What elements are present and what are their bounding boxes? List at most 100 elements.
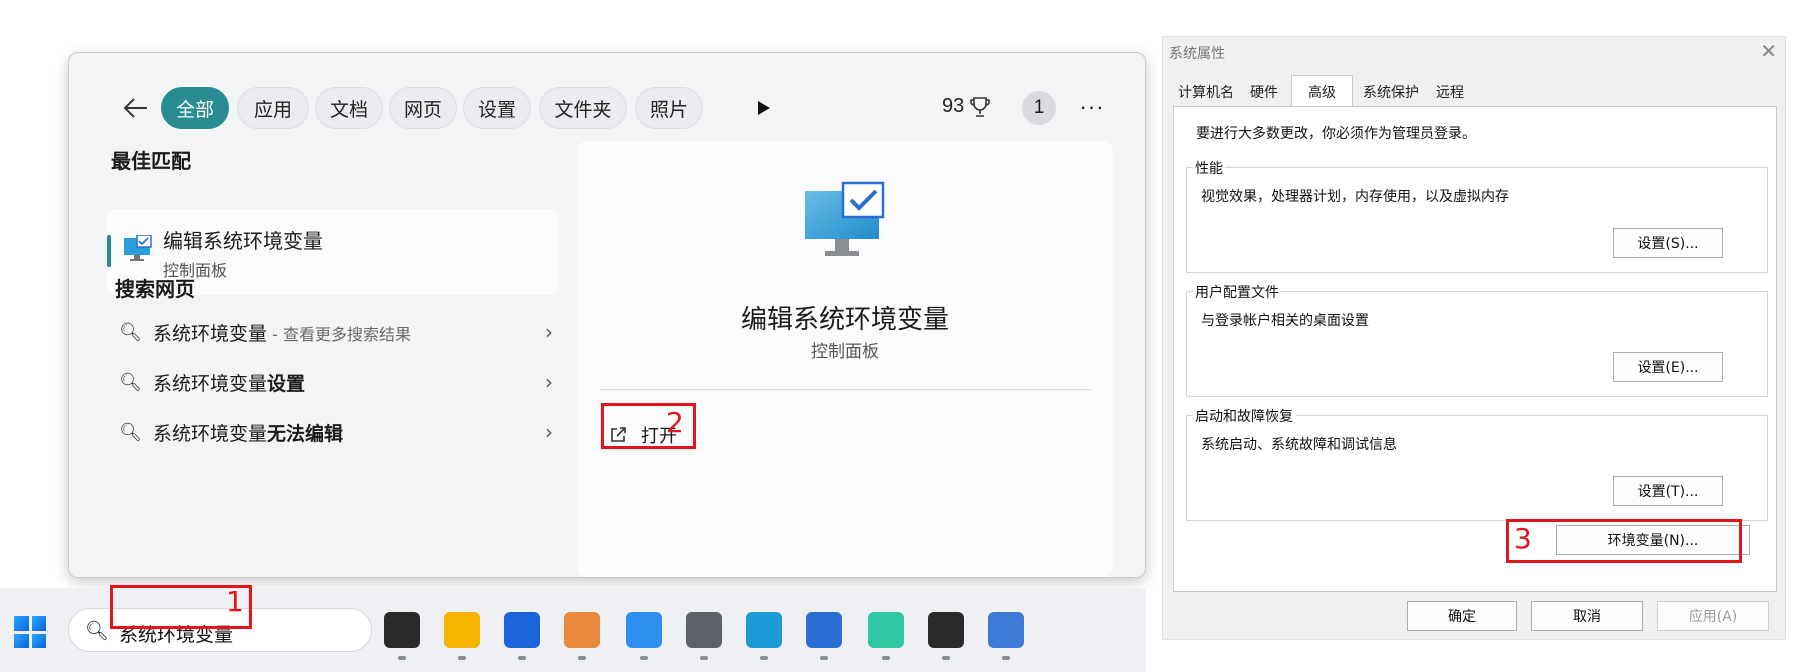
annotation-number-2: 2 <box>666 406 684 439</box>
trophy-icon <box>970 96 991 117</box>
web-result-bold: 设置 <box>267 372 306 395</box>
web-result-2[interactable]: 🔍︎ 系统环境变量设置 › <box>119 359 559 405</box>
annotation-number-1: 1 <box>226 585 244 618</box>
performance-group: 性能 视觉效果，处理器计划，内存使用，以及虚拟内存 设置(S)... <box>1186 158 1768 273</box>
monitor-check-icon <box>124 235 152 261</box>
group-description: 视觉效果，处理器计划，内存使用，以及虚拟内存 <box>1201 189 1509 205</box>
startup-recovery-group: 启动和故障恢复 系统启动、系统故障和调试信息 设置(T)... <box>1186 406 1768 521</box>
startup-recovery-settings-button[interactable]: 设置(T)... <box>1613 476 1723 506</box>
more-options-button[interactable]: ··· <box>1074 89 1110 125</box>
group-label: 用户配置文件 <box>1193 282 1281 302</box>
running-indicator <box>458 656 466 660</box>
web-result-1[interactable]: 🔍︎ 系统环境变量 - 查看更多搜索结果 › <box>119 309 559 355</box>
filter-folders[interactable]: 文件夹 <box>539 87 627 129</box>
group-label: 启动和故障恢复 <box>1193 406 1295 426</box>
web-result-term: 系统环境变量 <box>153 422 268 445</box>
monitor-check-icon <box>805 181 885 256</box>
search-icon: 🔍︎ <box>119 321 142 343</box>
admin-notice: 要进行大多数更改，你必须作为管理员登录。 <box>1196 126 1476 142</box>
windows-logo-pane <box>31 616 46 631</box>
chevron-right-icon: › <box>545 420 553 444</box>
chevron-right-icon: › <box>545 370 553 394</box>
annotation-box-3 <box>1506 519 1742 563</box>
running-indicator <box>640 656 648 660</box>
task-view-icon[interactable] <box>384 612 420 648</box>
tab-remote[interactable]: 远程 <box>1425 79 1475 105</box>
running-indicator <box>398 656 406 660</box>
camera-icon[interactable] <box>686 612 722 648</box>
apply-button[interactable]: 应用(A) <box>1657 601 1769 631</box>
web-result-3[interactable]: 🔍︎ 系统环境变量无法编辑 › <box>119 409 559 455</box>
search-icon: 🔍︎ <box>85 621 110 642</box>
bit-app-icon[interactable] <box>868 612 904 648</box>
web-result-term: 系统环境变量 <box>153 322 268 345</box>
running-indicator <box>760 656 768 660</box>
filter-apps[interactable]: 应用 <box>237 87 309 129</box>
selection-indicator <box>107 235 111 267</box>
tab-advanced[interactable]: 高级 <box>1291 75 1353 107</box>
windows-logo-pane <box>14 633 29 648</box>
running-indicator <box>700 656 708 660</box>
web-result-bold: 无法编辑 <box>267 422 344 445</box>
chevron-right-icon: › <box>545 320 553 344</box>
running-indicator <box>820 656 828 660</box>
group-label: 性能 <box>1193 158 1225 178</box>
edge-icon[interactable] <box>746 612 782 648</box>
group-description: 与登录帐户相关的桌面设置 <box>1201 313 1369 329</box>
running-indicator <box>942 656 950 660</box>
arrow-left-icon <box>123 98 147 118</box>
terminal-icon[interactable] <box>928 612 964 648</box>
paint-icon[interactable] <box>564 612 600 648</box>
running-indicator <box>882 656 890 660</box>
tab-computer-name[interactable]: 计算机名 <box>1173 79 1239 105</box>
user-profiles-settings-button[interactable]: 设置(E)... <box>1613 352 1723 382</box>
web-result-text: 系统环境变量 - 查看更多搜索结果 <box>153 319 539 346</box>
filter-photos[interactable]: 照片 <box>635 87 703 129</box>
windows-logo-icon <box>14 616 29 631</box>
account-badge[interactable]: 1 <box>1022 91 1056 125</box>
windows-logo-pane <box>31 633 46 648</box>
divider <box>599 389 1091 390</box>
web-result-text: 系统环境变量无法编辑 <box>153 419 539 446</box>
user-profiles-group: 用户配置文件 与登录帐户相关的桌面设置 设置(E)... <box>1186 282 1768 397</box>
result-detail-pane: 编辑系统环境变量 控制面板 打开 <box>577 141 1113 577</box>
detail-app-subtitle: 控制面板 <box>811 342 879 362</box>
search-web-heading: 搜索网页 <box>115 277 195 301</box>
group-description: 系统启动、系统故障和调试信息 <box>1201 437 1397 453</box>
dialog-title: 系统属性 <box>1169 46 1225 62</box>
search-icon: 🔍︎ <box>119 421 142 443</box>
points-value: 93 <box>942 95 965 117</box>
start-button[interactable] <box>14 616 46 648</box>
network-icon[interactable] <box>988 612 1024 648</box>
running-indicator <box>578 656 586 660</box>
rewards-points[interactable]: 93 <box>942 95 991 118</box>
best-match-name: 编辑系统环境变量 <box>163 229 323 253</box>
tab-hardware[interactable]: 硬件 <box>1239 79 1289 105</box>
more-filters-button[interactable] <box>749 93 779 123</box>
running-indicator <box>518 656 526 660</box>
filter-settings[interactable]: 设置 <box>463 87 531 129</box>
ok-button[interactable]: 确定 <box>1407 601 1517 631</box>
annotation-number-3: 3 <box>1514 522 1532 555</box>
qq-browser-icon[interactable] <box>626 612 662 648</box>
filter-bar: 全部 应用 文档 网页 设置 文件夹 照片 93 1 ··· <box>69 83 1145 131</box>
running-indicator <box>1002 656 1010 660</box>
filter-all[interactable]: 全部 <box>161 87 229 129</box>
close-icon[interactable]: ✕ <box>1760 39 1777 63</box>
cancel-button[interactable]: 取消 <box>1531 601 1643 631</box>
file-explorer-icon[interactable] <box>444 612 480 648</box>
kugou-icon[interactable] <box>504 612 540 648</box>
web-result-term: 系统环境变量 <box>153 372 268 395</box>
web-result-text: 系统环境变量设置 <box>153 369 539 396</box>
play-icon <box>758 101 770 115</box>
filter-web[interactable]: 网页 <box>389 87 457 129</box>
search-icon: 🔍︎ <box>119 371 142 393</box>
web-result-hint: - 查看更多搜索结果 <box>267 324 411 344</box>
detail-app-name: 编辑系统环境变量 <box>740 305 949 335</box>
performance-settings-button[interactable]: 设置(S)... <box>1613 228 1723 258</box>
search-flyout: 全部 应用 文档 网页 设置 文件夹 照片 93 1 ··· 最佳匹配 编辑系统… <box>68 52 1146 578</box>
back-button[interactable] <box>119 91 153 125</box>
photos-icon[interactable] <box>806 612 842 648</box>
tab-system-protection[interactable]: 系统保护 <box>1357 79 1425 105</box>
filter-documents[interactable]: 文档 <box>315 87 383 129</box>
